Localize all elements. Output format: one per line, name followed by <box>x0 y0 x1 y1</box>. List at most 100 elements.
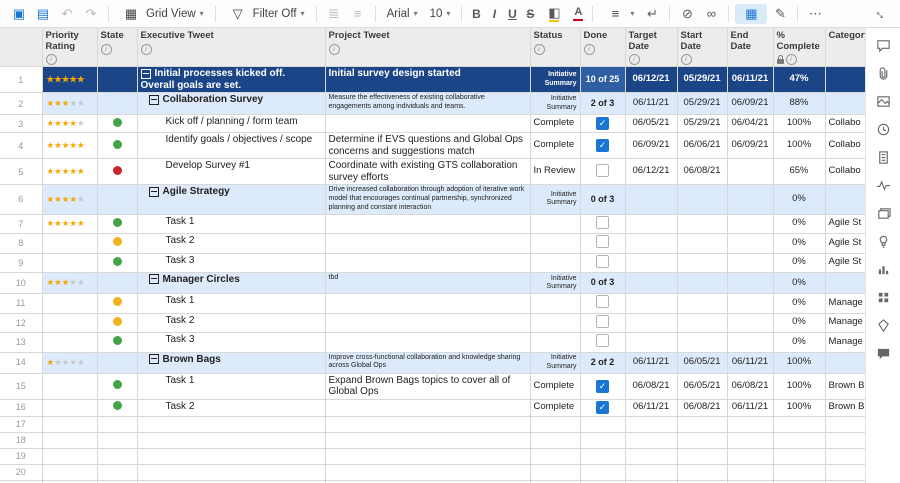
status-cell[interactable]: Initiative Summary <box>530 67 580 93</box>
category-cell[interactable]: Brown B <box>825 373 866 399</box>
priority-cell[interactable] <box>42 294 97 314</box>
end-date-cell[interactable] <box>727 432 773 448</box>
wrap-text-icon[interactable]: ↵ <box>641 4 663 24</box>
target-date-cell[interactable]: 06/12/21 <box>625 67 677 93</box>
executive-tweet-cell[interactable] <box>137 448 325 464</box>
end-date-cell[interactable] <box>727 294 773 314</box>
green-state-dot-icon[interactable] <box>113 257 122 266</box>
executive-tweet-cell[interactable]: Task 1 <box>137 294 325 314</box>
done-cell[interactable] <box>580 432 625 448</box>
state-cell[interactable] <box>97 67 137 93</box>
status-cell[interactable] <box>530 214 580 234</box>
end-date-cell[interactable]: 06/08/21 <box>727 373 773 399</box>
category-cell[interactable]: Collabo <box>825 133 866 159</box>
target-date-cell[interactable]: 06/11/21 <box>625 399 677 416</box>
star-icon[interactable]: ★ <box>69 98 77 108</box>
status-cell[interactable]: In Review <box>530 159 580 185</box>
corner-cell[interactable] <box>0 28 42 67</box>
percent-complete-cell[interactable]: 100% <box>773 399 825 416</box>
category-cell[interactable] <box>825 185 866 214</box>
priority-cell[interactable]: ★★★★★ <box>42 67 97 93</box>
done-cell[interactable] <box>580 234 625 254</box>
project-tweet-cell[interactable] <box>325 214 530 234</box>
project-tweet-cell[interactable]: Drive increased collaboration through ad… <box>325 185 530 214</box>
priority-cell[interactable] <box>42 464 97 480</box>
column-header-done[interactable]: Donei <box>580 28 625 67</box>
project-tweet-cell[interactable] <box>325 448 530 464</box>
start-date-cell[interactable] <box>677 253 727 273</box>
target-date-cell[interactable]: 06/11/21 <box>625 352 677 373</box>
charts-icon[interactable] <box>875 261 891 277</box>
start-date-cell[interactable] <box>677 273 727 294</box>
executive-tweet-cell[interactable] <box>137 432 325 448</box>
view-selector-button[interactable]: ▦ Grid View ▾ <box>115 4 209 24</box>
percent-complete-cell[interactable]: 0% <box>773 313 825 333</box>
percent-complete-cell[interactable]: 100% <box>773 373 825 399</box>
priority-cell[interactable] <box>42 399 97 416</box>
star-icon[interactable]: ★ <box>77 118 85 128</box>
end-date-cell[interactable] <box>727 416 773 432</box>
done-cell[interactable]: 10 of 25 <box>580 67 625 93</box>
target-date-cell[interactable] <box>625 432 677 448</box>
status-cell[interactable]: Complete <box>530 115 580 133</box>
state-cell[interactable] <box>97 464 137 480</box>
bold-button[interactable]: B <box>468 7 484 21</box>
priority-cell[interactable]: ★★★★★ <box>42 185 97 214</box>
row-number[interactable]: 14 <box>0 352 42 373</box>
underline-button[interactable]: U <box>504 7 520 21</box>
star-icon[interactable]: ★ <box>54 118 62 128</box>
priority-cell[interactable]: ★★★★★ <box>42 93 97 115</box>
star-icon[interactable]: ★ <box>69 218 77 228</box>
green-state-dot-icon[interactable] <box>113 218 122 227</box>
start-date-cell[interactable]: 06/08/21 <box>677 399 727 416</box>
priority-cell[interactable] <box>42 333 97 353</box>
star-icon[interactable]: ★ <box>47 118 55 128</box>
category-cell[interactable]: Agile St <box>825 234 866 254</box>
end-date-cell[interactable] <box>727 313 773 333</box>
row-number[interactable]: 4 <box>0 133 42 159</box>
star-icon[interactable]: ★ <box>54 357 62 367</box>
end-date-cell[interactable]: 06/09/21 <box>727 93 773 115</box>
project-tweet-cell[interactable] <box>325 313 530 333</box>
apps-icon[interactable] <box>875 289 891 305</box>
star-icon[interactable]: ★ <box>54 194 62 204</box>
priority-cell[interactable] <box>42 416 97 432</box>
percent-complete-cell[interactable] <box>773 416 825 432</box>
status-cell[interactable]: Initiative Summary <box>530 273 580 294</box>
star-icon[interactable]: ★ <box>69 277 77 287</box>
end-date-cell[interactable]: 06/09/21 <box>727 133 773 159</box>
start-date-cell[interactable] <box>677 432 727 448</box>
category-cell[interactable] <box>825 67 866 93</box>
end-date-cell[interactable] <box>727 464 773 480</box>
end-date-cell[interactable] <box>727 234 773 254</box>
font-family-dropdown[interactable]: Arial ▾ <box>382 4 423 24</box>
category-cell[interactable]: Agile St <box>825 253 866 273</box>
priority-cell[interactable] <box>42 448 97 464</box>
collapse-toolbar-icon[interactable]: ↔ <box>870 4 892 24</box>
state-cell[interactable] <box>97 234 137 254</box>
done-checkbox[interactable]: ✓ <box>596 401 609 414</box>
percent-complete-cell[interactable]: 0% <box>773 273 825 294</box>
star-icon[interactable]: ★ <box>69 166 77 176</box>
done-checkbox[interactable] <box>596 334 609 347</box>
star-icon[interactable]: ★ <box>77 166 85 176</box>
state-cell[interactable] <box>97 448 137 464</box>
column-header-state[interactable]: Statei <box>97 28 137 67</box>
category-cell[interactable] <box>825 432 866 448</box>
start-date-cell[interactable] <box>677 185 727 214</box>
status-cell[interactable]: Initiative Summary <box>530 185 580 214</box>
state-cell[interactable] <box>97 333 137 353</box>
star-icon[interactable]: ★ <box>47 194 55 204</box>
state-cell[interactable] <box>97 93 137 115</box>
row-number[interactable]: 8 <box>0 234 42 254</box>
category-cell[interactable] <box>825 273 866 294</box>
executive-tweet-cell[interactable]: Develop Survey #1 <box>137 159 325 185</box>
feedback-icon[interactable] <box>875 345 891 361</box>
done-cell[interactable]: ✓ <box>580 373 625 399</box>
link-icon[interactable]: ∞ <box>700 4 722 24</box>
project-tweet-cell[interactable]: Improve cross-functional collaboration a… <box>325 352 530 373</box>
green-state-dot-icon[interactable] <box>113 380 122 389</box>
align-button[interactable]: ≡ ▾ <box>599 4 639 24</box>
done-cell[interactable]: ✓ <box>580 399 625 416</box>
executive-tweet-cell[interactable]: Kick off / planning / form team <box>137 115 325 133</box>
